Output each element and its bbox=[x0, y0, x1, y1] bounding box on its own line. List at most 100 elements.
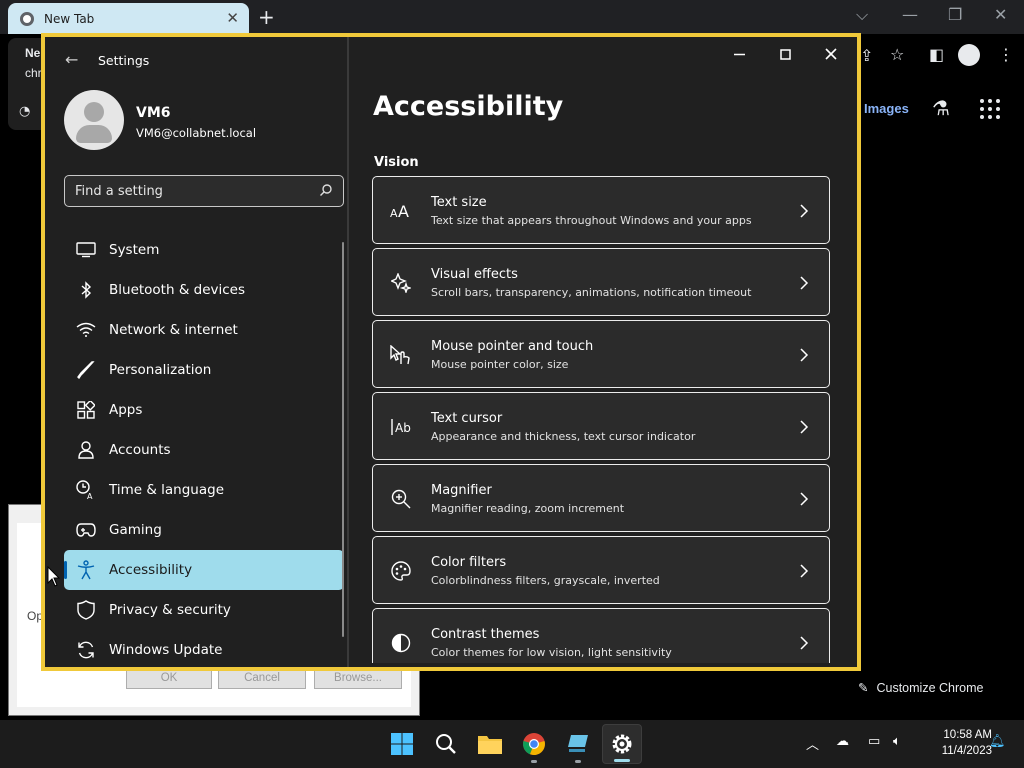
chrome-minimize-icon[interactable]: — bbox=[902, 5, 918, 24]
labs-flask-icon[interactable]: ⚗ bbox=[932, 96, 950, 120]
sidebar-item-personalization[interactable]: Personalization bbox=[64, 350, 344, 390]
setting-card-title: Text cursor bbox=[431, 411, 503, 426]
setting-card-contrast-themes[interactable]: Contrast themes Color themes for low visi… bbox=[372, 608, 830, 663]
bluetooth-icon bbox=[76, 280, 96, 300]
chrome-running-indicator bbox=[531, 760, 537, 763]
sidebar-item-privacy-and-security[interactable]: Privacy & security bbox=[64, 590, 344, 630]
accessibility-cards: A A Text size Text size that appears throug… bbox=[372, 176, 830, 663]
sparkle-icon bbox=[390, 273, 412, 293]
magnifier-icon bbox=[390, 489, 412, 509]
chrome-restore-icon[interactable]: ❐ bbox=[948, 5, 962, 24]
setting-card-title: Visual effects bbox=[431, 267, 518, 282]
sidebar-scrollbar[interactable] bbox=[342, 242, 344, 637]
remote-app-button[interactable] bbox=[558, 724, 598, 764]
chrome-profile-avatar[interactable] bbox=[958, 44, 980, 66]
apps-grid-icon bbox=[76, 400, 96, 420]
settings-window: ← Settings VM6 VM6@collabnet.local Syste… bbox=[41, 33, 861, 671]
settings-taskbar-button[interactable] bbox=[602, 724, 642, 764]
tab-close-icon[interactable]: ✕ bbox=[226, 9, 239, 27]
chrome-tab[interactable]: New Tab ✕ bbox=[8, 3, 249, 34]
taskbar-search-button[interactable] bbox=[426, 724, 466, 764]
taskbar-clock[interactable]: 10:58 AM 11/4/2023 bbox=[920, 727, 992, 759]
sidebar-item-time-and-language[interactable]: A Time & language bbox=[64, 470, 344, 510]
clock-date: 11/4/2023 bbox=[941, 745, 992, 757]
tab-search-chevron-icon[interactable]: ⌵ bbox=[856, 5, 868, 25]
chrome-bg-text-2: chr bbox=[25, 66, 42, 80]
sidebar-item-gaming[interactable]: Gaming bbox=[64, 510, 344, 550]
onedrive-offline-icon[interactable]: ☁ bbox=[836, 734, 849, 749]
sidebar-item-label: Privacy & security bbox=[109, 602, 231, 618]
user-avatar[interactable] bbox=[64, 90, 124, 150]
sidebar-item-windows-update[interactable]: Windows Update bbox=[64, 630, 344, 670]
back-arrow-icon[interactable]: ← bbox=[65, 50, 78, 69]
bookmark-star-icon[interactable]: ☆ bbox=[890, 45, 904, 64]
sidebar-item-label: Personalization bbox=[109, 362, 212, 378]
remote-desktop-icon bbox=[568, 735, 588, 752]
sidebar-item-system[interactable]: System bbox=[64, 230, 344, 270]
chrome-close-icon[interactable]: ✕ bbox=[994, 5, 1007, 24]
volume-muted-icon[interactable]: 🔈︎ bbox=[893, 734, 901, 749]
minimize-button[interactable] bbox=[719, 41, 759, 67]
section-title-vision: Vision bbox=[374, 155, 419, 170]
chevron-right-icon bbox=[799, 275, 809, 290]
text-size-icon: AA bbox=[390, 201, 412, 221]
images-link[interactable]: Images bbox=[864, 101, 909, 116]
text-cursor-icon: Ab bbox=[390, 417, 412, 437]
customize-chrome-button[interactable]: ✎ Customize Chrome bbox=[858, 680, 984, 696]
search-input[interactable] bbox=[75, 183, 305, 199]
close-button[interactable] bbox=[811, 41, 851, 67]
brush-icon bbox=[76, 360, 96, 380]
wifi-icon bbox=[76, 320, 96, 340]
start-button[interactable] bbox=[382, 724, 422, 764]
person-icon bbox=[76, 440, 96, 460]
user-name: VM6 bbox=[136, 105, 171, 121]
user-email: VM6@collabnet.local bbox=[136, 126, 257, 140]
sidebar-item-apps[interactable]: Apps bbox=[64, 390, 344, 430]
chevron-right-icon bbox=[799, 419, 809, 434]
speedometer-icon: ◔ bbox=[19, 104, 31, 119]
sidebar-item-accounts[interactable]: Accounts bbox=[64, 430, 344, 470]
setting-card-magnifier[interactable]: Magnifier Magnifier reading, zoom increme… bbox=[372, 464, 830, 532]
setting-card-title: Magnifier bbox=[431, 483, 492, 498]
new-tab-button[interactable]: + bbox=[258, 5, 275, 29]
file-explorer-button[interactable] bbox=[470, 724, 510, 764]
setting-card-mouse-pointer-and-touch[interactable]: Mouse pointer and touch Mouse pointer col… bbox=[372, 320, 830, 388]
maximize-button[interactable] bbox=[765, 41, 805, 67]
setting-card-description: Scroll bars, transparency, animations, n… bbox=[431, 286, 752, 299]
close-icon bbox=[825, 48, 837, 60]
setting-card-visual-effects[interactable]: Visual effects Scroll bars, transparency,… bbox=[372, 248, 830, 316]
chevron-right-icon bbox=[799, 635, 809, 650]
setting-card-description: Appearance and thickness, text cursor in… bbox=[431, 430, 696, 443]
search-icon[interactable] bbox=[319, 183, 333, 197]
chrome-menu-icon[interactable]: ⋮ bbox=[998, 45, 1014, 64]
setting-card-text-size[interactable]: A A Text size Text size that appears throug… bbox=[372, 176, 830, 244]
share-icon[interactable]: ⇪ bbox=[860, 46, 873, 65]
tray-overflow-chevron-icon[interactable]: ︿ bbox=[806, 734, 819, 753]
google-apps-icon[interactable] bbox=[980, 99, 1000, 119]
monitor-icon bbox=[76, 240, 96, 260]
update-icon bbox=[76, 640, 96, 660]
mouse-cursor-icon bbox=[47, 566, 61, 587]
sidebar-item-bluetooth-and-devices[interactable]: Bluetooth & devices bbox=[64, 270, 344, 310]
svg-text:A: A bbox=[398, 202, 409, 220]
sidebar-item-label: Accounts bbox=[109, 442, 171, 458]
chevron-right-icon bbox=[799, 203, 809, 218]
shield-icon bbox=[76, 600, 96, 620]
remote-app-running-indicator bbox=[575, 760, 581, 763]
sidebar-item-accessibility[interactable]: Accessibility bbox=[64, 550, 344, 590]
sidebar-divider bbox=[347, 37, 349, 667]
setting-card-color-filters[interactable]: Color filters Colorblindness filters, gra… bbox=[372, 536, 830, 604]
setting-card-text-cursor[interactable]: Ab Text cursor Appearance and thickness, t… bbox=[372, 392, 830, 460]
find-setting-search-box[interactable] bbox=[64, 175, 344, 207]
chrome-favicon-icon bbox=[20, 11, 34, 26]
chrome-taskbar-button[interactable] bbox=[514, 724, 554, 764]
customize-chrome-label: Customize Chrome bbox=[876, 680, 984, 695]
network-monitor-icon[interactable]: ▭ bbox=[868, 734, 880, 749]
windows-logo-icon bbox=[391, 733, 413, 755]
sidebar-item-network-and-internet[interactable]: Network & internet bbox=[64, 310, 344, 350]
accessibility-icon bbox=[76, 560, 96, 580]
taskbar: ︿ ☁ ▭ 🔈︎ 🔔︎ bbox=[0, 720, 1024, 768]
side-panel-icon[interactable]: ◧ bbox=[929, 45, 944, 64]
svg-text:A: A bbox=[87, 492, 93, 500]
settings-app-title: Settings bbox=[98, 53, 150, 68]
